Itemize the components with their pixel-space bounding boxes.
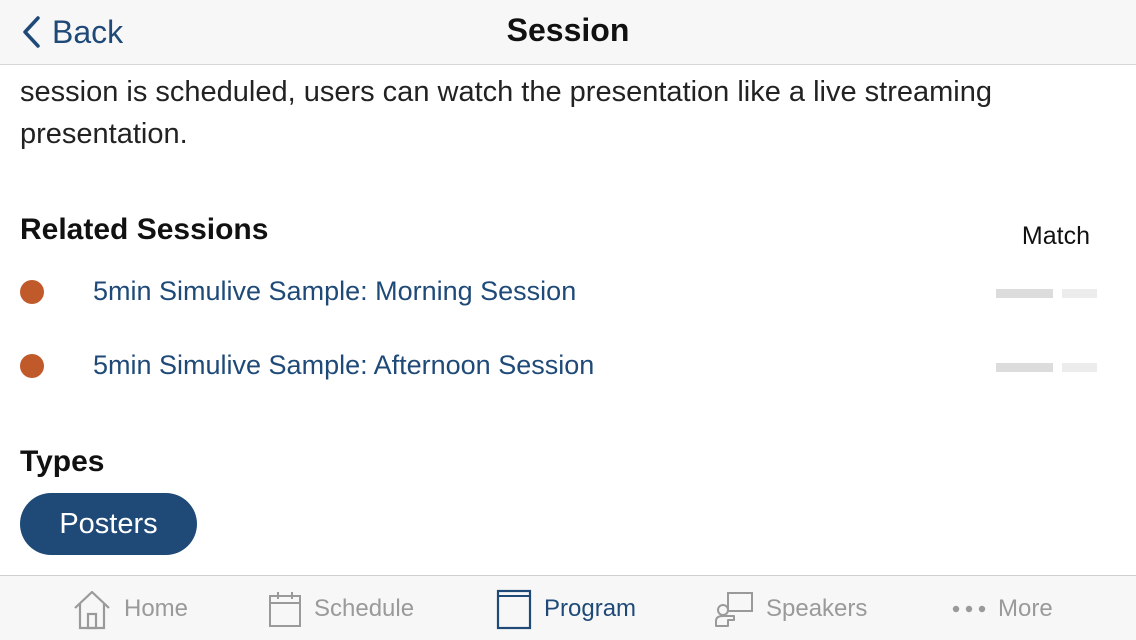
types-heading: Types [20, 445, 105, 478]
related-sessions-heading: Related Sessions [20, 213, 269, 246]
tab-speakers[interactable]: Speakers [714, 576, 867, 640]
match-column-label: Match [1021, 222, 1090, 250]
session-description: Parent session - acts as the container f… [20, 65, 1069, 150]
book-icon [496, 588, 532, 630]
related-session-link[interactable]: 5min Simulive Sample: Afternoon Session [93, 350, 594, 381]
tab-home[interactable]: Home [72, 576, 188, 640]
related-session-row[interactable]: 5min Simulive Sample: Morning Session [0, 267, 1136, 317]
related-session-link[interactable]: 5min Simulive Sample: Morning Session [93, 276, 576, 307]
related-session-row[interactable]: 5min Simulive Sample: Afternoon Session [0, 341, 1136, 391]
session-screen: Back Session Parent session - acts as th… [0, 0, 1136, 640]
match-indicator-bar [1062, 363, 1097, 372]
match-indicator-bar [1062, 289, 1097, 298]
tab-label: Speakers [766, 594, 868, 622]
session-color-dot [20, 280, 44, 304]
tab-bar: Home Schedule Program Speakers More [0, 575, 1136, 640]
session-content[interactable]: Parent session - acts as the container f… [0, 65, 1136, 575]
tab-label: Home [124, 594, 189, 622]
tab-schedule[interactable]: Schedule [268, 576, 414, 640]
tab-label: More [998, 594, 1053, 622]
tab-label: Program [544, 594, 637, 622]
match-indicator-bar [996, 289, 1053, 298]
type-tag-posters[interactable]: Posters [20, 493, 197, 555]
navigation-bar: Back Session [0, 0, 1136, 65]
tab-program[interactable]: Program [496, 576, 636, 640]
calendar-icon [268, 590, 302, 628]
speaker-presentation-icon [714, 590, 754, 628]
page-title: Session [506, 12, 630, 48]
match-indicator-bar [996, 363, 1053, 372]
more-dots-icon [952, 604, 986, 614]
home-icon [72, 588, 112, 630]
tab-label: Schedule [314, 594, 415, 622]
session-color-dot [20, 354, 44, 378]
tab-more[interactable]: More [952, 576, 1053, 640]
